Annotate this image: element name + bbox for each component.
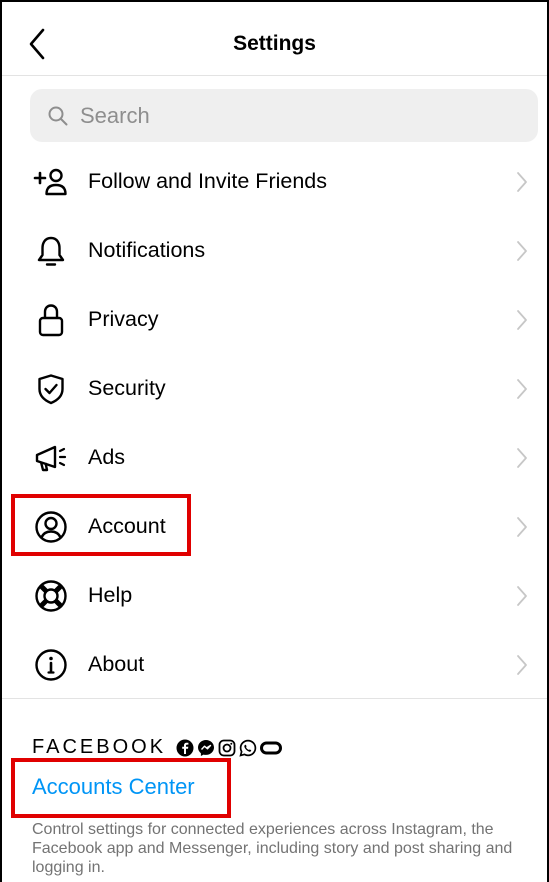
menu-item-label: Privacy (88, 307, 159, 331)
menu-item-label: Account (88, 514, 166, 538)
megaphone-icon (32, 439, 70, 477)
chevron-right-icon (517, 378, 527, 399)
settings-screen: Settings Follow and Invite Friends (0, 0, 549, 882)
info-circle-icon (32, 646, 70, 684)
settings-menu: Follow and Invite Friends Notifications … (2, 147, 547, 699)
search-input[interactable] (80, 102, 500, 129)
whatsapp-icon (239, 739, 257, 757)
facebook-icon (176, 739, 194, 756)
chevron-right-icon (517, 654, 527, 675)
menu-item-account[interactable]: Account (2, 492, 547, 561)
chevron-right-icon (517, 309, 527, 330)
lifebuoy-icon (32, 577, 70, 615)
menu-item-label: Help (88, 583, 133, 607)
add-person-icon (32, 163, 70, 201)
chevron-right-icon (517, 516, 527, 537)
accounts-center-link[interactable]: Accounts Center (32, 774, 195, 800)
shield-check-icon (32, 370, 70, 408)
portal-icon (260, 741, 283, 754)
bell-icon (32, 232, 70, 270)
chevron-right-icon (517, 585, 527, 606)
lock-icon (32, 301, 70, 339)
menu-item-label: Security (88, 376, 166, 400)
person-circle-icon (32, 508, 70, 546)
header: Settings (2, 2, 547, 76)
accounts-center-description: Control settings for connected experienc… (32, 821, 513, 876)
instagram-icon (218, 739, 236, 756)
menu-item-ads[interactable]: Ads (2, 423, 547, 492)
menu-item-label: Notifications (88, 238, 206, 262)
menu-item-label: Ads (88, 445, 126, 469)
facebook-label: FACEBOOK (32, 736, 167, 758)
messenger-icon (198, 739, 215, 756)
menu-item-help[interactable]: Help (2, 561, 547, 630)
menu-item-security[interactable]: Security (2, 354, 547, 423)
menu-item-notifications[interactable]: Notifications (2, 216, 547, 285)
facebook-section-header: FACEBOOK (32, 736, 283, 759)
search-bar[interactable] (30, 89, 538, 142)
chevron-right-icon (517, 240, 527, 261)
chevron-right-icon (517, 447, 527, 468)
menu-item-follow-invite[interactable]: Follow and Invite Friends (2, 147, 547, 216)
search-icon (48, 106, 68, 125)
menu-item-about[interactable]: About (2, 630, 547, 699)
chevron-right-icon (517, 171, 527, 192)
menu-item-privacy[interactable]: Privacy (2, 285, 547, 354)
menu-item-label: Follow and Invite Friends (88, 169, 327, 193)
facebook-app-icons (176, 739, 283, 757)
menu-item-label: About (88, 652, 145, 676)
section-divider (2, 698, 547, 699)
page-title: Settings (233, 32, 316, 55)
